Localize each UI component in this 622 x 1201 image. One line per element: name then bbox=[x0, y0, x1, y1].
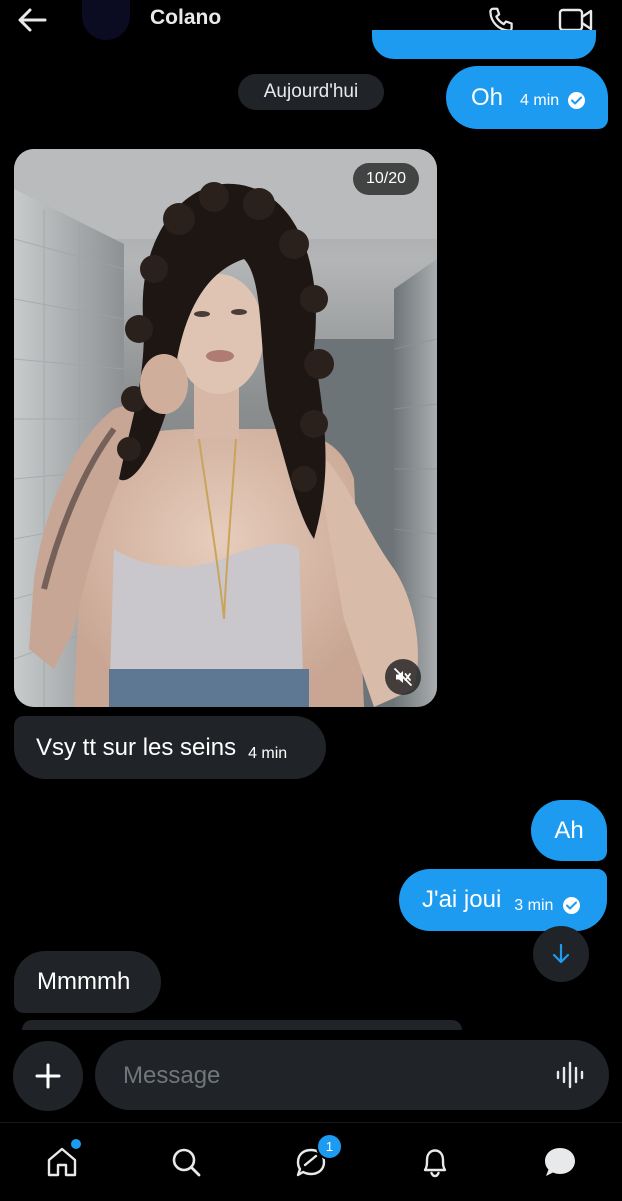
nav-communities[interactable]: 1 bbox=[286, 1133, 343, 1187]
message-time: 3 min bbox=[514, 897, 554, 914]
media-counter-badge: 10/20 bbox=[353, 163, 419, 195]
contact-name[interactable]: Colano bbox=[150, 6, 221, 30]
add-attachment-button[interactable] bbox=[13, 1041, 83, 1111]
message-text: Vsy tt sur les seins bbox=[36, 733, 237, 761]
arrow-down-icon bbox=[552, 943, 570, 964]
next-message-bubble bbox=[22, 1020, 462, 1030]
contact-avatar[interactable] bbox=[82, 0, 130, 40]
message-text: Oh bbox=[471, 83, 504, 111]
message-text: Ah bbox=[554, 816, 584, 844]
chat-icon bbox=[545, 1148, 575, 1176]
bottom-navigation: 1 bbox=[0, 1122, 622, 1201]
message-text: Mmmmh bbox=[37, 968, 131, 995]
search-icon bbox=[172, 1148, 201, 1177]
plus-icon bbox=[35, 1063, 61, 1089]
mute-icon bbox=[394, 668, 412, 686]
back-arrow-icon bbox=[18, 8, 47, 32]
message-time: 4 min bbox=[520, 91, 560, 109]
message-bubble-outgoing[interactable]: Ah bbox=[531, 800, 607, 861]
nav-messages[interactable] bbox=[535, 1137, 585, 1187]
date-separator: Aujourd'hui bbox=[238, 74, 384, 110]
back-button[interactable] bbox=[14, 4, 50, 36]
bell-icon bbox=[423, 1149, 447, 1178]
check-circle-icon bbox=[568, 91, 586, 109]
message-bubble-outgoing[interactable]: Oh 4 min bbox=[446, 66, 608, 129]
home-icon bbox=[47, 1147, 77, 1177]
message-bubble-incoming[interactable]: Mmmmh bbox=[14, 951, 161, 1013]
media-message[interactable]: 10/20 bbox=[14, 149, 437, 707]
message-input[interactable] bbox=[121, 1040, 545, 1112]
message-text: J'ai joui bbox=[422, 886, 502, 913]
photo-image bbox=[14, 149, 437, 707]
nav-notifications[interactable] bbox=[410, 1137, 460, 1187]
nav-home[interactable] bbox=[37, 1137, 87, 1187]
scroll-to-bottom-button[interactable] bbox=[533, 926, 589, 982]
voice-message-button[interactable] bbox=[553, 1059, 589, 1091]
nav-search[interactable] bbox=[161, 1137, 211, 1187]
mute-button[interactable] bbox=[385, 659, 421, 695]
message-time: 4 min bbox=[248, 744, 288, 762]
message-bubble-outgoing[interactable]: J'ai joui 3 min bbox=[399, 869, 607, 931]
voice-wave-icon bbox=[556, 1061, 584, 1089]
check-circle-icon bbox=[563, 896, 581, 914]
message-bubble-incoming[interactable]: Vsy tt sur les seins 4 min bbox=[14, 716, 326, 779]
notification-dot bbox=[71, 1139, 81, 1149]
previous-message-bubble bbox=[372, 30, 596, 59]
message-field bbox=[95, 1040, 609, 1112]
unread-badge: 1 bbox=[316, 1133, 343, 1160]
